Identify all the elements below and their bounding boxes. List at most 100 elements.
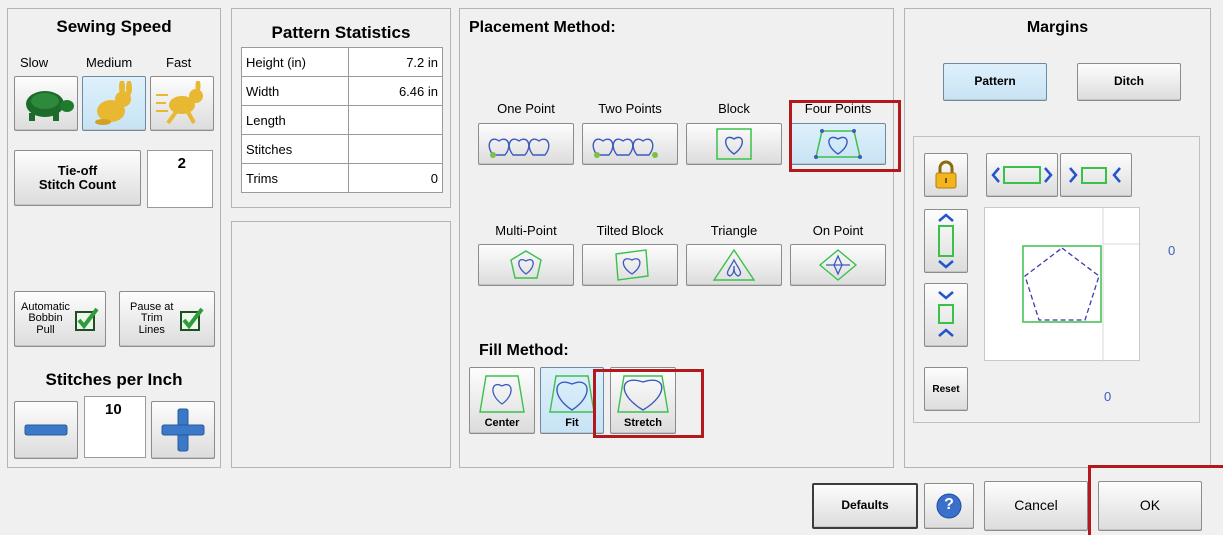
- rabbit-icon: [95, 80, 132, 125]
- block-button[interactable]: [686, 123, 782, 165]
- sewing-speed-panel: Sewing Speed Slow Medium Fast Tie-off St…: [7, 8, 221, 468]
- tieoff-label: Tie-off Stitch Count: [38, 162, 117, 192]
- table-row: Height (in) 7.2 in: [241, 47, 443, 77]
- defaults-label: Defaults: [841, 498, 889, 513]
- tilted-block-button[interactable]: [582, 244, 678, 286]
- margin-ditch-button[interactable]: Ditch: [1077, 63, 1181, 101]
- tilted-block-heart-icon: [615, 249, 649, 281]
- automatic-bobbin-pull-button[interactable]: Automatic Bobbin Pull: [14, 291, 106, 347]
- shrink-horizontal-button[interactable]: [1060, 153, 1132, 197]
- margin-pattern-button[interactable]: Pattern: [943, 63, 1047, 101]
- cancel-button[interactable]: Cancel: [984, 481, 1088, 531]
- stat-label: Trims: [241, 163, 349, 193]
- expand-vertical-button[interactable]: [924, 209, 968, 273]
- method-label-on-point: On Point: [812, 223, 864, 238]
- tieoff-count-value: 2: [177, 155, 186, 172]
- pattern-label: Pattern: [974, 74, 1016, 89]
- stat-label: Height (in): [241, 47, 349, 77]
- spi-value: 10: [105, 401, 122, 418]
- increase-spi-button[interactable]: [151, 401, 215, 459]
- ok-highlight-top: [1088, 465, 1223, 468]
- two-points-button[interactable]: [582, 123, 678, 165]
- method-label-two-points: Two Points: [598, 101, 662, 116]
- margins-panel: Margins Pattern Ditch 0 Reset 0: [904, 8, 1211, 468]
- lock-button[interactable]: [924, 153, 968, 197]
- stat-value: 7.2 in: [348, 47, 443, 77]
- margins-title: Margins: [1026, 19, 1089, 36]
- minus-icon: [24, 424, 68, 436]
- pause-at-trim-lines-button[interactable]: Pause at Trim Lines: [119, 291, 215, 347]
- method-label-one-point: One Point: [497, 101, 555, 116]
- table-row: Width 6.46 in: [241, 76, 443, 106]
- table-row: Length: [241, 105, 443, 135]
- method-label-tilted-block: Tilted Block: [596, 223, 664, 238]
- margin-preview-canvas[interactable]: [984, 207, 1141, 362]
- one-point-button[interactable]: [478, 123, 574, 165]
- tieoff-stitch-count-button[interactable]: Tie-off Stitch Count: [14, 150, 141, 206]
- fill-fit-icon: [549, 375, 595, 413]
- cancel-label: Cancel: [1014, 497, 1058, 514]
- ok-button[interactable]: OK: [1098, 481, 1202, 531]
- method-label-triangle: Triangle: [710, 223, 758, 238]
- shrink-vertical-button[interactable]: [924, 283, 968, 347]
- shrink-vertical-icon: [938, 291, 954, 337]
- stat-value: 0: [348, 163, 443, 193]
- block-heart-icon: [716, 128, 752, 160]
- stats-table: Height (in) 7.2 in Width 6.46 in Length St…: [241, 47, 443, 193]
- method-label-block: Block: [718, 101, 750, 116]
- sewing-speed-title: Sewing Speed: [56, 17, 172, 36]
- triangle-button[interactable]: [686, 244, 782, 286]
- speed-label-medium: Medium: [86, 55, 133, 70]
- plus-icon: [161, 408, 205, 452]
- stat-value: [348, 105, 443, 135]
- help-button[interactable]: ?: [924, 483, 974, 529]
- decrease-spi-button[interactable]: [14, 401, 78, 459]
- placement-method-title: Placement Method:: [469, 19, 616, 36]
- fill-center-icon: [479, 375, 525, 413]
- stat-label: Length: [241, 105, 349, 135]
- stat-label: Width: [241, 76, 349, 106]
- speed-medium-button[interactable]: [82, 76, 146, 131]
- stitches-per-inch-title: Stitches per Inch: [45, 370, 183, 389]
- fill-center-button[interactable]: Center: [469, 367, 535, 434]
- ditch-label: Ditch: [1114, 74, 1144, 89]
- lock-icon: [935, 160, 957, 189]
- margin-editor-box: 0 Reset 0: [913, 136, 1200, 423]
- auto-bobbin-label: Automatic Bobbin Pull: [21, 300, 70, 336]
- table-row: Trims 0: [241, 163, 443, 193]
- expand-horizontal-button[interactable]: [986, 153, 1058, 197]
- table-row: Stitches: [241, 134, 443, 164]
- expand-horizontal-icon: [991, 166, 1053, 184]
- right-margin-value: 0: [1168, 243, 1176, 258]
- speed-label-fast: Fast: [166, 55, 192, 70]
- reset-button[interactable]: Reset: [924, 367, 968, 411]
- multi-point-heart-icon: [510, 250, 542, 279]
- multi-point-button[interactable]: [478, 244, 574, 286]
- on-point-icon: [818, 249, 858, 281]
- fill-method-title: Fill Method:: [479, 342, 569, 359]
- hearts-one-point-icon: [488, 138, 550, 158]
- checkmark-icon: [74, 307, 99, 331]
- expand-vertical-icon: [938, 213, 954, 269]
- triangle-pattern-icon: [712, 248, 756, 281]
- pattern-statistics-panel: Pattern Statistics Height (in) 7.2 in Wid…: [231, 8, 451, 208]
- ok-label: OK: [1139, 497, 1161, 514]
- turtle-icon: [26, 90, 74, 121]
- defaults-button[interactable]: Defaults: [812, 483, 918, 529]
- speed-slow-button[interactable]: [14, 76, 78, 131]
- spi-value-field[interactable]: 10: [84, 396, 146, 458]
- reset-label: Reset: [932, 383, 960, 395]
- pattern-statistics-title: Pattern Statistics: [271, 23, 411, 42]
- tieoff-count-field[interactable]: 2: [147, 150, 213, 208]
- checkmark-icon: [180, 307, 205, 331]
- pause-trim-label: Pause at Trim Lines: [130, 300, 174, 336]
- speed-fast-button[interactable]: [150, 76, 214, 131]
- on-point-button[interactable]: [790, 244, 886, 286]
- bottom-margin-value: 0: [1104, 389, 1112, 404]
- speed-label-slow: Slow: [20, 55, 49, 70]
- stat-value: [348, 134, 443, 164]
- running-rabbit-icon: [156, 80, 203, 124]
- pentagon-preview-icon: [1022, 208, 1141, 362]
- help-question-label: ?: [944, 496, 954, 513]
- fill-center-label: Center: [484, 416, 520, 429]
